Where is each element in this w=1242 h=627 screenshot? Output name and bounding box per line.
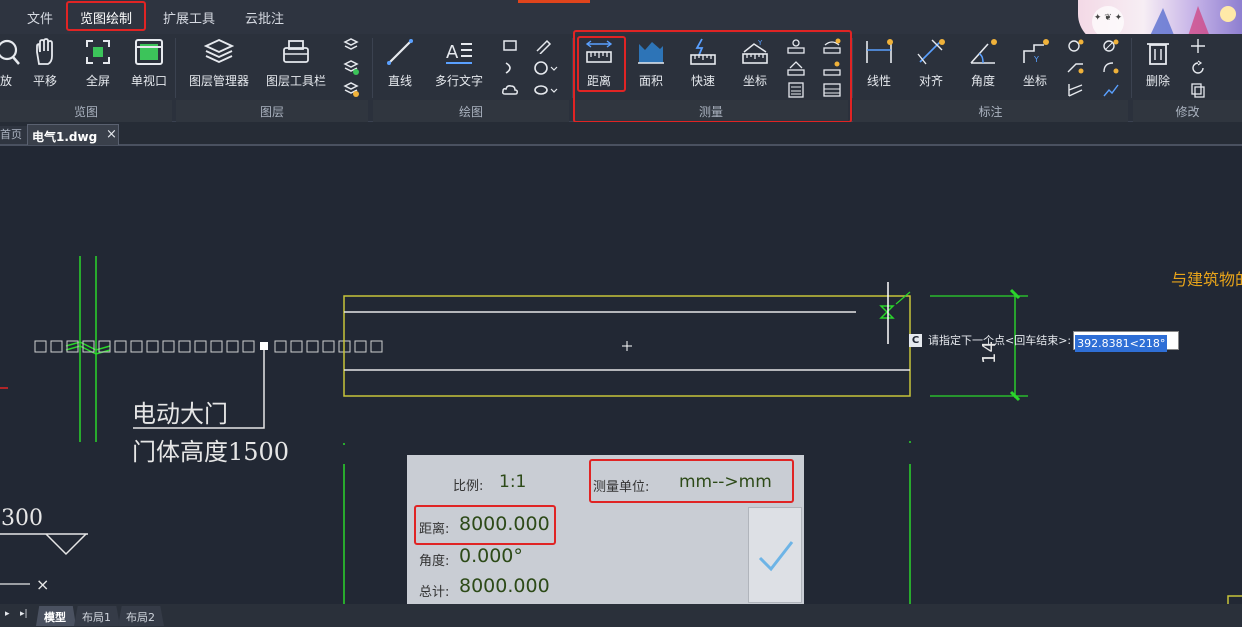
menu-file[interactable]: 文件 bbox=[27, 8, 53, 27]
scale-value: 1:1 bbox=[499, 472, 527, 492]
close-tab-icon[interactable]: × bbox=[106, 127, 117, 142]
command-input[interactable]: 392.8381<218° bbox=[1073, 330, 1180, 352]
group-label-view: 览图 bbox=[73, 105, 98, 119]
mtext-icon: A bbox=[446, 42, 472, 64]
move-icon[interactable] bbox=[1188, 38, 1208, 54]
tab-model[interactable]: 模型 bbox=[36, 606, 76, 626]
fullscreen-tool[interactable]: 全屏 bbox=[70, 38, 126, 94]
tab-home[interactable]: 首页 bbox=[0, 126, 28, 144]
dim-linear-tool[interactable]: 线性 bbox=[851, 38, 907, 94]
menu-extend-tools[interactable]: 扩展工具 bbox=[163, 8, 215, 27]
door-label: 电动大门 bbox=[132, 400, 228, 428]
layer-toolbar-tool[interactable]: 图层工具栏 bbox=[266, 38, 326, 94]
fullscreen-icon bbox=[86, 40, 110, 64]
group-label-draw: 绘图 bbox=[458, 105, 483, 119]
arc-icon[interactable] bbox=[500, 60, 520, 76]
angular-dimension-icon bbox=[970, 39, 997, 64]
layer-freeze-icon[interactable] bbox=[341, 60, 361, 76]
delete-tool[interactable]: 删除 bbox=[1130, 38, 1186, 94]
door-height-label: 门体高度1500 bbox=[132, 438, 290, 466]
total-label: 总计: bbox=[419, 585, 450, 600]
unit-highlight bbox=[589, 459, 794, 503]
layer-toolbar-icon bbox=[283, 40, 309, 63]
cad-app-window: 文件 览图绘制 扩展工具 云批注 ✦ ❦ ✦ 放 平移 全屏 单视口 图层管理器… bbox=[0, 0, 1242, 627]
ribbon-separator bbox=[175, 38, 176, 98]
last-layout-icon[interactable]: ▸| bbox=[20, 609, 28, 619]
layer-manager-tool[interactable]: 图层管理器 bbox=[189, 38, 249, 94]
angle-label: 角度: bbox=[419, 554, 450, 569]
right-note-text: 与建筑物的 bbox=[1171, 270, 1242, 289]
check-icon bbox=[758, 541, 794, 572]
command-badge: C bbox=[909, 333, 922, 347]
pan-tool[interactable]: 平移 bbox=[17, 38, 73, 94]
dim-angular-tool[interactable]: 角度 bbox=[955, 38, 1011, 94]
hand-icon bbox=[36, 38, 53, 65]
elevation-value: .300 bbox=[0, 506, 43, 531]
command-prompt: C 请指定下一个点<回车结束>: 392.8381<218° bbox=[909, 330, 1180, 352]
menu-view-draw-highlight bbox=[66, 1, 146, 31]
line-tool[interactable]: 直线 bbox=[372, 38, 428, 94]
pencil-icon[interactable] bbox=[533, 38, 553, 54]
linear-dimension-icon bbox=[866, 39, 893, 63]
mtext-tool[interactable]: A 多行文字 bbox=[431, 38, 487, 94]
circle-dropdown-icon[interactable] bbox=[533, 60, 559, 76]
total-value: 8000.000 bbox=[459, 575, 550, 597]
layout-tab-bar: ▸ ▸| 模型 布局1 布局2 bbox=[0, 604, 1242, 627]
group-label-modify: 修改 bbox=[1175, 105, 1200, 119]
layer-match-icon[interactable] bbox=[341, 82, 361, 98]
dim-diameter-icon[interactable] bbox=[1101, 38, 1121, 54]
scale-label: 比例: bbox=[453, 479, 484, 494]
ordinate-dimension-icon: Y bbox=[1023, 39, 1049, 64]
svg-text:✦ ❦ ✦: ✦ ❦ ✦ bbox=[1094, 13, 1123, 23]
group-label-layer: 图层 bbox=[259, 105, 284, 119]
rectangle-icon[interactable] bbox=[500, 38, 520, 54]
tab-electrical-dwg[interactable]: 电气1.dwg × bbox=[27, 124, 119, 145]
confirm-button[interactable] bbox=[748, 507, 802, 603]
line-icon bbox=[387, 39, 413, 65]
layers-icon bbox=[204, 39, 234, 63]
svg-text:×: × bbox=[36, 575, 49, 594]
menu-cloud-annotation[interactable]: 云批注 bbox=[245, 8, 284, 27]
single-viewport-tool[interactable]: 单视口 bbox=[121, 38, 177, 94]
menu-bar: 文件 览图绘制 扩展工具 云批注 ✦ ❦ ✦ bbox=[0, 0, 1242, 44]
angle-value: 0.000° bbox=[459, 545, 523, 567]
svg-text:Y: Y bbox=[1033, 55, 1039, 64]
trash-icon bbox=[1147, 43, 1169, 65]
layer-state-icon[interactable] bbox=[341, 38, 361, 54]
svg-text:A: A bbox=[446, 42, 459, 63]
dim-aligned-tool[interactable]: 对齐 bbox=[903, 38, 959, 94]
cloud-icon[interactable] bbox=[500, 82, 520, 98]
group-label-annotation: 标注 bbox=[978, 105, 1003, 119]
dim-ordinate-tool[interactable]: Y 坐标 bbox=[1007, 38, 1063, 94]
dim-arc-length-icon[interactable] bbox=[1101, 60, 1121, 76]
next-layout-icon[interactable]: ▸ bbox=[5, 609, 10, 619]
rotate-icon[interactable] bbox=[1188, 60, 1208, 76]
ellipse-dropdown-icon[interactable] bbox=[533, 82, 559, 98]
aligned-dimension-icon bbox=[917, 39, 945, 65]
document-tab-bar: 首页 电气1.dwg × bbox=[0, 122, 1242, 146]
dim-baseline-icon[interactable] bbox=[1066, 82, 1086, 98]
dim-radius-icon[interactable] bbox=[1066, 38, 1086, 54]
measure-group-highlight bbox=[573, 30, 852, 123]
tab-layout2[interactable]: 布局2 bbox=[118, 606, 164, 626]
dim-leader-icon[interactable] bbox=[1066, 60, 1086, 76]
dim-jogged-icon[interactable] bbox=[1101, 82, 1121, 98]
single-viewport-icon bbox=[135, 39, 163, 65]
tab-layout1[interactable]: 布局1 bbox=[74, 606, 120, 626]
distance-highlight bbox=[414, 505, 556, 545]
top-orange-strip bbox=[518, 0, 590, 3]
copy-icon[interactable] bbox=[1188, 82, 1208, 98]
command-prompt-text: 请指定下一个点<回车结束>: bbox=[928, 334, 1072, 347]
